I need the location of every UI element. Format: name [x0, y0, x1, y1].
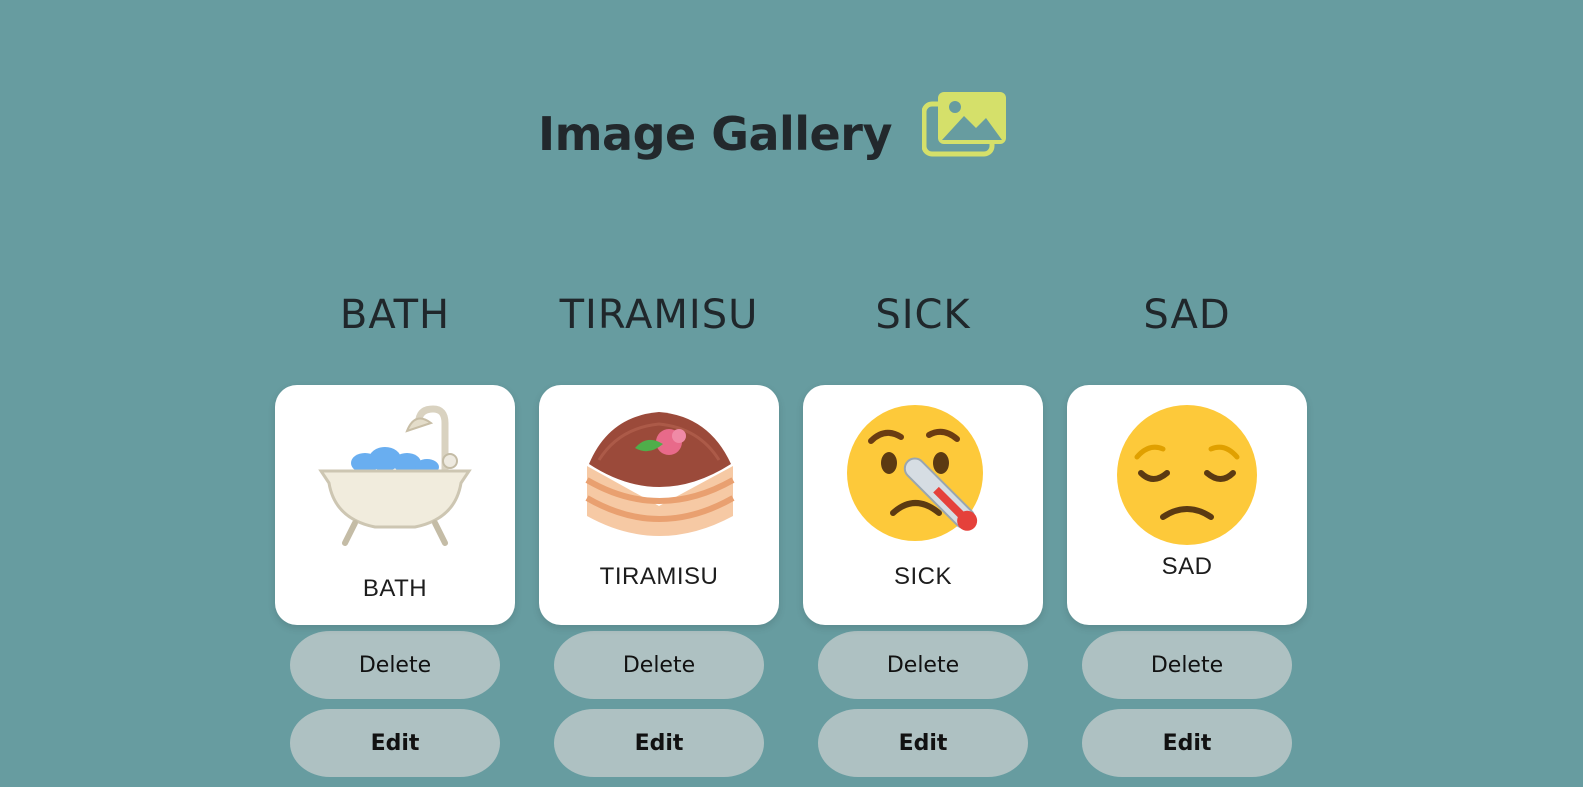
item-heading: BATH — [339, 292, 451, 338]
gallery-item: BATH BATH Delete Edit — [275, 290, 515, 777]
gallery-item: SAD SAD Delete Edit — [1067, 290, 1307, 777]
page-title: Image Gallery — [538, 107, 892, 161]
item-heading: TIRAMISU — [559, 292, 759, 338]
card-label: TIRAMISU — [599, 563, 719, 590]
gallery-item: SICK SICK Delete Edit — [803, 290, 1043, 777]
gallery: BATH BATH Delete Edit TIRAMISU TIRAMISU … — [275, 290, 1307, 777]
sad-face-icon — [1117, 405, 1257, 545]
delete-button[interactable]: Delete — [1082, 631, 1292, 699]
bathtub-icon — [318, 405, 472, 546]
edit-button[interactable]: Edit — [290, 709, 500, 777]
image-card[interactable]: SAD — [1067, 385, 1307, 625]
sick-face-icon — [847, 405, 983, 541]
item-heading: SICK — [875, 292, 971, 338]
image-card[interactable]: BATH — [275, 385, 515, 625]
image-gallery-icon — [921, 92, 1006, 157]
delete-button[interactable]: Delete — [554, 631, 764, 699]
tiramisu-icon — [585, 412, 735, 536]
edit-button[interactable]: Edit — [818, 709, 1028, 777]
card-label: SAD — [1161, 553, 1213, 580]
page-header: Image Gallery — [538, 90, 1008, 158]
image-card[interactable]: SICK — [803, 385, 1043, 625]
delete-button[interactable]: Delete — [818, 631, 1028, 699]
delete-button[interactable]: Delete — [290, 631, 500, 699]
card-label: SICK — [893, 563, 952, 590]
edit-button[interactable]: Edit — [554, 709, 764, 777]
edit-button[interactable]: Edit — [1082, 709, 1292, 777]
image-card[interactable]: TIRAMISU — [539, 385, 779, 625]
item-heading: SAD — [1143, 292, 1231, 338]
gallery-item: TIRAMISU TIRAMISU Delete Edit — [539, 290, 779, 777]
card-label: BATH — [362, 575, 428, 602]
